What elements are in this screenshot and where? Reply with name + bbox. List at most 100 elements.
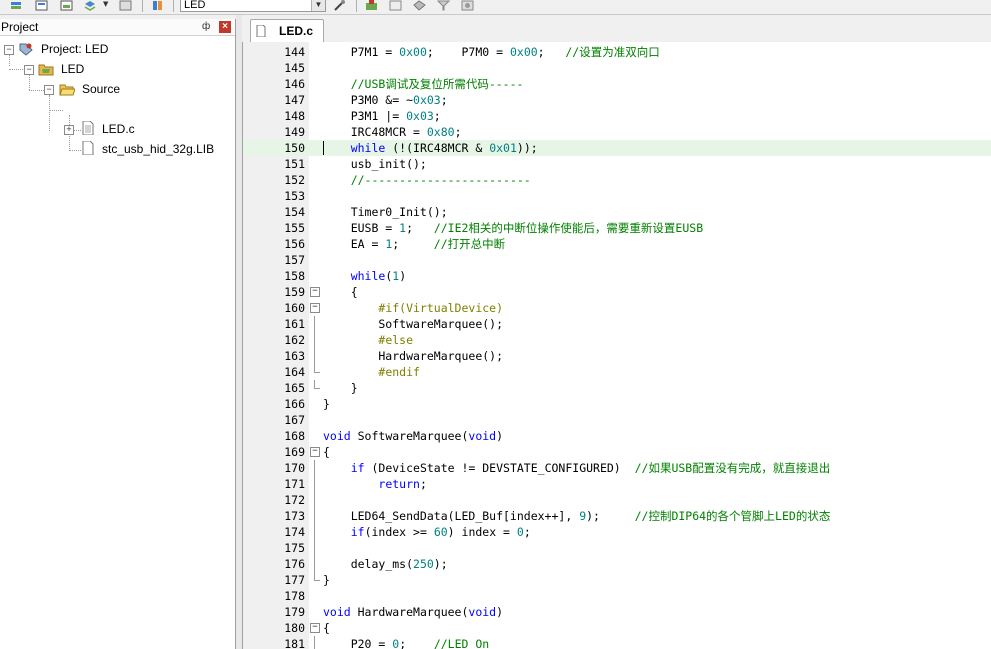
code-line[interactable]: 177} (243, 572, 991, 588)
code-line[interactable]: 151 usb_init(); (243, 156, 991, 172)
line-number: 160 (284, 301, 305, 315)
expand-icon[interactable]: + (64, 125, 74, 135)
code-line[interactable]: 169−{ (243, 444, 991, 460)
code-line[interactable]: 165 } (243, 380, 991, 396)
code-line[interactable]: 173 LED64_SendData(LED_Buf[index++], 9);… (243, 508, 991, 524)
configure-icon[interactable] (413, 0, 426, 11)
build-stack-icon[interactable] (10, 0, 23, 11)
books-icon[interactable] (461, 0, 474, 11)
code-token: 0x00 (509, 45, 538, 59)
code-token: P7M1 = (323, 45, 400, 59)
download-icon[interactable] (151, 0, 164, 11)
code-line[interactable]: 158 while(1) (243, 268, 991, 284)
code-token: ); (433, 557, 448, 571)
chevron-down-icon[interactable]: ▼ (103, 0, 108, 8)
options-dropdown-icon[interactable] (84, 0, 97, 11)
fold-collapse-icon[interactable]: − (310, 447, 320, 457)
code-line[interactable]: 157 (243, 252, 991, 268)
target-folder-icon (38, 64, 54, 76)
code-token: ; (433, 109, 441, 123)
code-text: P7M1 = 0x00; P7M0 = 0x00; //设置为准双向口 (323, 44, 660, 60)
code-line[interactable]: 168 void SoftwareMarquee(void) (243, 428, 991, 444)
code-line[interactable]: 167 (243, 412, 991, 428)
code-text: P20 = 0; //LED On (323, 636, 490, 649)
code-line[interactable]: 160− #if(VirtualDevice) (243, 300, 991, 316)
line-number: 173 (284, 509, 305, 523)
code-token: 250 (413, 557, 434, 571)
code-line[interactable]: 159− { (243, 284, 991, 300)
code-line[interactable]: 146 //USB调试及复位所需代码----- (243, 76, 991, 92)
line-number: 181 (284, 637, 305, 649)
code-token: ; (523, 525, 531, 539)
code-line[interactable]: 179 void HardwareMarquee(void) (243, 604, 991, 620)
collapse-icon[interactable]: − (44, 85, 54, 95)
tree-item-target[interactable]: − LED (0, 60, 235, 78)
batch-build-icon[interactable] (35, 0, 48, 11)
pin-icon[interactable]: ф (202, 22, 212, 32)
code-line[interactable]: 145 (243, 60, 991, 76)
c-file-icon (256, 25, 266, 37)
code-line[interactable]: 163 HardwareMarquee(); (243, 348, 991, 364)
translate-icon[interactable] (60, 0, 73, 11)
project-panel-title: Project (1, 20, 39, 34)
code-token: //打开总中断 (433, 237, 506, 251)
fold-collapse-icon[interactable]: − (310, 623, 320, 633)
code-token: ; P7M0 = (426, 45, 510, 59)
code-text: if (DeviceState != DEVSTATE_CONFIGURED) … (323, 460, 831, 476)
code-line[interactable]: 181 P20 = 0; //LED On (243, 636, 991, 649)
collapse-icon[interactable]: − (4, 45, 14, 55)
code-token: IRC48MCR = (323, 125, 427, 139)
code-line[interactable]: 164 #endif (243, 364, 991, 380)
line-number: 168 (284, 429, 305, 443)
code-line[interactable]: 166} (243, 396, 991, 412)
tree-item-file-led-c[interactable]: + LED.c (0, 120, 235, 138)
fold-line (314, 636, 315, 649)
code-text: EUSB = 1; //IE2相关的中断位操作使能后，需要重新设置EUSB (323, 220, 703, 236)
code-line[interactable]: 149 IRC48MCR = 0x80; (243, 124, 991, 140)
code-line[interactable]: 172 (243, 492, 991, 508)
debug-icon[interactable] (333, 0, 346, 11)
code-token: 0 (516, 525, 524, 539)
fold-collapse-icon[interactable]: − (310, 287, 320, 297)
collapse-icon[interactable]: − (24, 65, 34, 75)
code-line[interactable]: 174 if(index >= 60) index = 0; (243, 524, 991, 540)
code-text: //------------------------ (323, 172, 531, 188)
target-select[interactable]: LED ▼ (180, 0, 326, 12)
tree-item-file-lib[interactable]: stc_usb_hid_32g.LIB (0, 140, 235, 158)
code-line[interactable]: 155 EUSB = 1; //IE2相关的中断位操作使能后，需要重新设置EUS… (243, 220, 991, 236)
chevron-down-icon[interactable]: ▼ (311, 0, 325, 11)
code-token: ; (406, 221, 434, 235)
code-line[interactable]: 148 P3M1 |= 0x03; (243, 108, 991, 124)
tab-led-c[interactable]: LED.c (250, 19, 324, 43)
filter-icon[interactable] (437, 0, 450, 11)
code-line[interactable]: 150 while (!(IRC48MCR & 0x01)); (243, 140, 991, 156)
code-line[interactable]: 156 EA = 1; //打开总中断 (243, 236, 991, 252)
line-number: 162 (284, 333, 305, 347)
code-line[interactable]: 154 Timer0_Init(); (243, 204, 991, 220)
fold-end-marker (314, 380, 320, 389)
code-line[interactable]: 152 //------------------------ (243, 172, 991, 188)
code-line[interactable]: 147 P3M0 &= ~0x03; (243, 92, 991, 108)
code-line[interactable]: 162 #else (243, 332, 991, 348)
code-editor[interactable]: 144 P7M1 = 0x00; P7M0 = 0x00; //设置为准双向口 1… (242, 42, 991, 649)
insert-icon[interactable] (365, 0, 378, 11)
code-line[interactable]: 171 return; (243, 476, 991, 492)
code-line[interactable]: 153 (243, 188, 991, 204)
fold-line (314, 540, 315, 556)
code-line[interactable]: 170 if (DeviceState != DEVSTATE_CONFIGUR… (243, 460, 991, 476)
fold-collapse-icon[interactable]: − (310, 303, 320, 313)
close-icon[interactable]: × (219, 21, 231, 33)
code-line[interactable]: 180−{ (243, 620, 991, 636)
tree-item-project[interactable]: − Project: LED (0, 40, 235, 58)
code-line[interactable]: 178 (243, 588, 991, 604)
code-line[interactable]: 144 P7M1 = 0x00; P7M0 = 0x00; //设置为准双向口 (243, 44, 991, 60)
manage-icon[interactable] (119, 0, 132, 11)
line-number: 152 (284, 173, 305, 187)
code-line[interactable]: 161 SoftwareMarquee(); (243, 316, 991, 332)
window-icon[interactable] (389, 0, 402, 11)
code-line[interactable]: 176 delay_ms(250); (243, 556, 991, 572)
code-token: usb_init(); (323, 157, 427, 171)
tree-item-source-group[interactable]: − Source (0, 80, 235, 98)
code-line[interactable]: 175 (243, 540, 991, 556)
